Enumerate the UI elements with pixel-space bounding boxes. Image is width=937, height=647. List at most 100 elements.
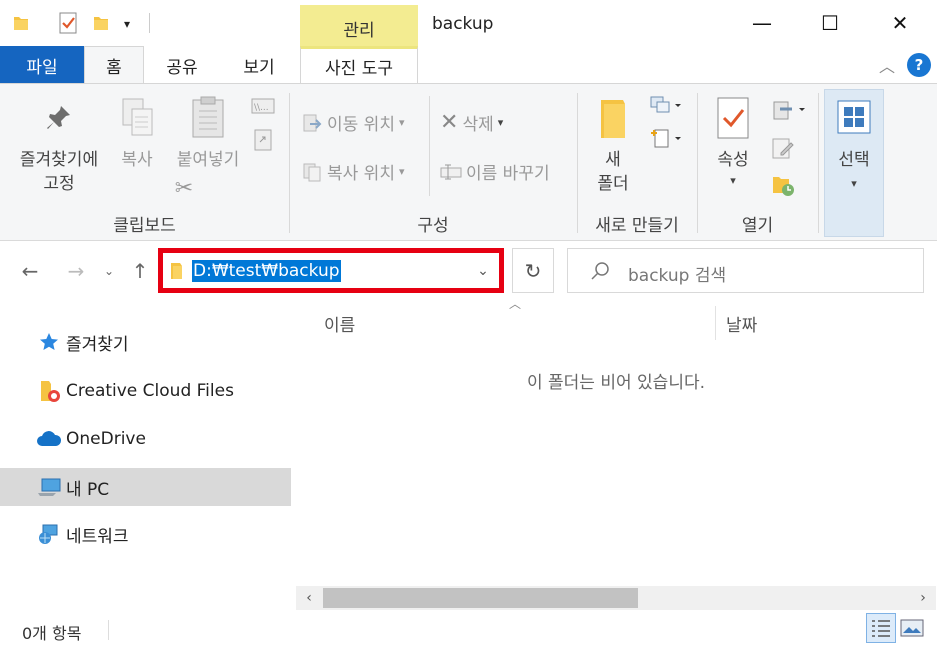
address-folder-icon <box>167 259 187 283</box>
creative-cloud-folder-icon <box>38 378 62 404</box>
scroll-right-icon[interactable]: › <box>912 588 934 608</box>
delete-label: 삭제 <box>462 115 494 135</box>
group-divider <box>818 93 819 233</box>
rename-button[interactable]: 이름 바꾸기 <box>440 159 550 184</box>
properties-large-icon <box>712 94 754 142</box>
empty-folder-message: 이 폴더는 비어 있습니다. <box>526 373 705 393</box>
cut-icon[interactable]: ✂ <box>172 175 196 201</box>
scroll-left-icon[interactable]: ‹ <box>298 588 320 608</box>
new-folder-label-line2: 폴더 <box>597 174 629 194</box>
tab-file[interactable]: 파일 <box>0 46 84 84</box>
nav-item-this-pc[interactable]: 내 PC <box>0 468 291 506</box>
new-item-icon[interactable] <box>648 94 684 116</box>
properties-label: 속성 <box>717 150 749 170</box>
select-grid-icon <box>833 96 875 138</box>
properties-button[interactable]: 속성 ▾ <box>706 148 760 190</box>
collapse-ribbon-icon[interactable]: ︿ <box>876 54 898 76</box>
scrollbar-thumb[interactable] <box>323 588 638 608</box>
nav-item-label: 즐겨찾기 <box>66 334 129 355</box>
new-folder-label-line1: 새 <box>605 150 621 170</box>
column-divider[interactable] <box>715 306 716 340</box>
move-to-dropdown-icon: ▾ <box>398 116 405 129</box>
address-dropdown-icon[interactable]: ⌄ <box>472 260 494 282</box>
sort-up-icon: ︿ <box>508 296 521 311</box>
search-icon <box>588 258 612 284</box>
new-group-label: 새로 만들기 <box>595 216 679 236</box>
history-icon[interactable] <box>770 172 796 198</box>
cloud-icon <box>36 429 62 449</box>
open-icon[interactable] <box>770 98 808 122</box>
pin-label-line2: 고정 <box>43 174 75 194</box>
qat-divider <box>149 13 150 33</box>
back-arrow-icon[interactable]: ← <box>16 256 44 286</box>
move-to-label: 이동 위치 <box>327 115 395 135</box>
select-label: 선택 <box>838 150 870 170</box>
pin-icon <box>40 100 76 136</box>
network-icon <box>36 522 62 546</box>
tab-share[interactable]: 공유 <box>148 46 216 84</box>
delete-button[interactable]: ✕ 삭제 ▾ <box>440 110 503 135</box>
search-placeholder: backup 검색 <box>628 266 727 286</box>
minimize-button[interactable]: — <box>744 8 780 38</box>
context-tab-label: 관리 <box>343 21 375 41</box>
computer-icon <box>36 476 62 498</box>
address-path[interactable]: D:₩test₩backup <box>192 260 341 282</box>
tab-view[interactable]: 보기 <box>222 46 296 84</box>
nav-item-label: Creative Cloud Files <box>66 381 234 401</box>
copy-to-icon <box>301 161 323 183</box>
easy-access-icon[interactable] <box>648 126 684 150</box>
tab-picture-tools[interactable]: 사진 도구 <box>300 46 418 84</box>
select-dropdown-icon: ▾ <box>851 177 857 190</box>
nav-item-onedrive[interactable]: OneDrive <box>0 420 291 458</box>
new-folder-button[interactable]: 새 폴더 <box>588 148 638 196</box>
organize-group-label: 구성 <box>417 216 449 236</box>
folder-icon[interactable] <box>10 12 32 34</box>
refresh-icon[interactable]: ↻ <box>512 248 554 293</box>
large-icons-view-icon[interactable] <box>899 615 925 641</box>
rename-icon <box>440 161 462 183</box>
svg-text:\\...: \\... <box>254 103 269 113</box>
open-group-label: 열기 <box>741 216 774 236</box>
nav-item-label: 네트워크 <box>66 526 129 547</box>
copy-button[interactable]: 복사 <box>112 148 162 172</box>
column-header-name[interactable]: 이름 <box>324 311 355 336</box>
up-arrow-icon[interactable]: ↑ <box>126 256 154 286</box>
copy-to-button[interactable]: 복사 위치 ▾ <box>301 159 405 184</box>
nav-item-label: 내 PC <box>66 479 110 500</box>
nav-item-network[interactable]: 네트워크 <box>0 515 291 553</box>
close-button[interactable]: ✕ <box>882 8 918 38</box>
forward-arrow-icon[interactable]: → <box>62 256 90 286</box>
paste-icon <box>186 94 230 140</box>
customize-dropdown-icon[interactable]: ▾ <box>118 14 136 34</box>
nav-item-quick-access[interactable]: 즐겨찾기 <box>0 323 291 361</box>
delete-dropdown-icon: ▾ <box>497 116 504 129</box>
star-icon <box>38 331 60 353</box>
properties-icon[interactable] <box>56 11 80 35</box>
status-item-count: 0개 항목 <box>22 624 82 643</box>
search-box[interactable] <box>567 248 924 293</box>
delete-icon: ✕ <box>440 110 459 135</box>
paste-shortcut-icon[interactable] <box>252 126 274 152</box>
copy-icon <box>118 96 158 140</box>
nav-item-label: OneDrive <box>66 429 146 449</box>
organize-divider <box>429 96 430 196</box>
details-view-icon[interactable] <box>866 613 896 643</box>
paste-button[interactable]: 붙여넣기 <box>168 148 248 172</box>
maximize-button[interactable]: ☐ <box>812 8 848 38</box>
help-icon[interactable]: ? <box>907 53 931 77</box>
edit-icon[interactable] <box>770 135 796 161</box>
copy-to-label: 복사 위치 <box>327 164 395 184</box>
new-folder-icon[interactable] <box>90 12 112 34</box>
new-folder-large-icon <box>592 96 634 142</box>
move-to-button[interactable]: 이동 위치 ▾ <box>301 110 405 135</box>
tab-home[interactable]: 홈 <box>84 46 144 84</box>
column-header-date[interactable]: 날짜 <box>726 311 757 336</box>
recent-locations-icon[interactable]: ⌄ <box>100 256 118 286</box>
move-to-icon <box>301 112 323 134</box>
nav-item-creative-cloud[interactable]: Creative Cloud Files <box>0 372 291 410</box>
properties-dropdown-icon: ▾ <box>730 174 736 187</box>
status-divider <box>108 620 109 640</box>
window-title: backup <box>432 14 494 34</box>
copy-path-icon[interactable]: \\... <box>250 96 276 116</box>
pin-to-quick-access-button[interactable]: 즐겨찾기에 고정 <box>4 148 114 196</box>
